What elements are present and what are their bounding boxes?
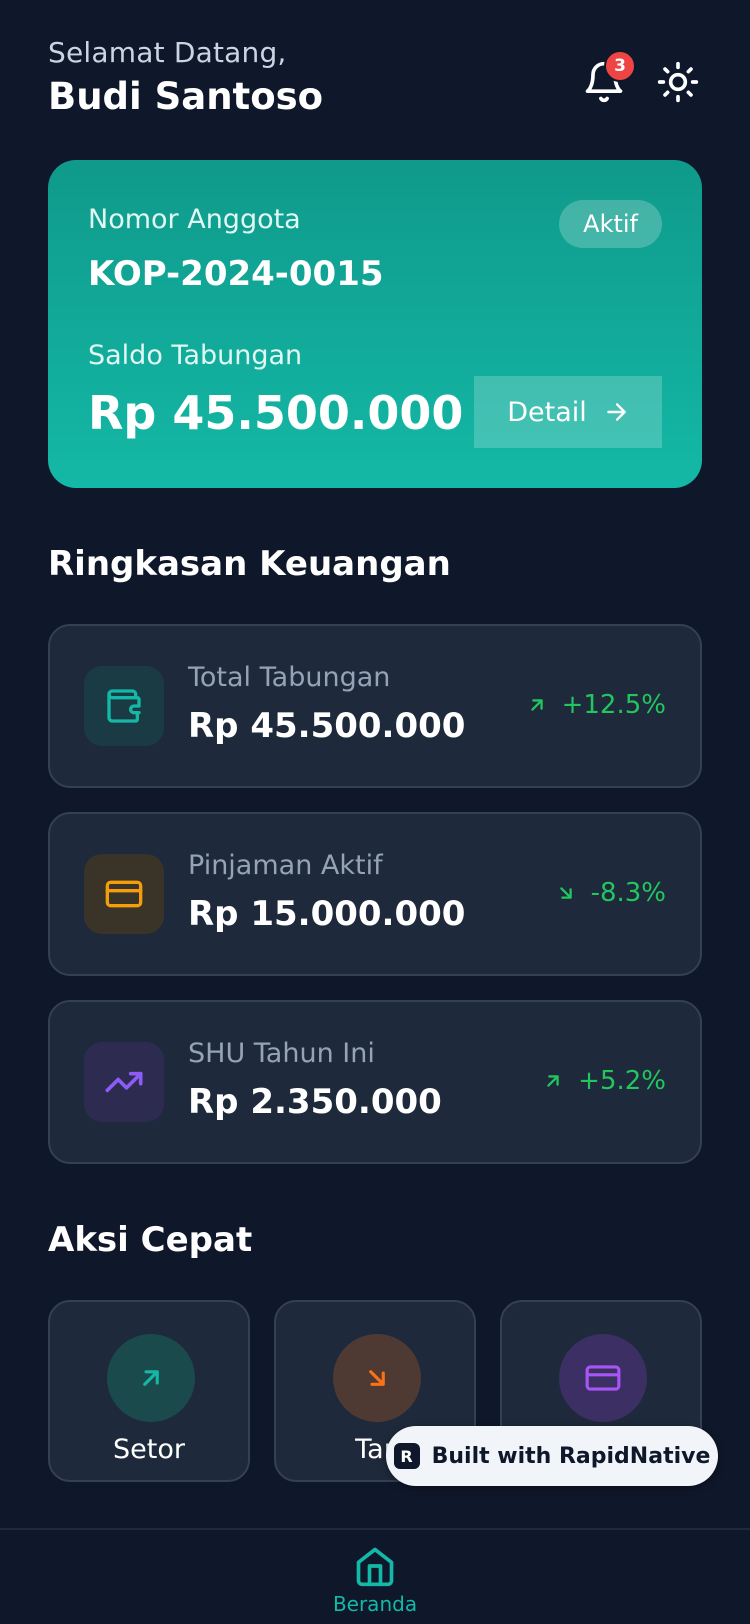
quick-actions-title: Aksi Cepat — [48, 1220, 253, 1260]
summary-trend-value: +12.5% — [561, 690, 666, 720]
quick-action-label: Setor — [113, 1434, 185, 1465]
built-with-badge[interactable]: R Built with RapidNative — [386, 1426, 718, 1486]
credit-card-icon — [585, 1365, 621, 1391]
arrow-right-icon — [606, 403, 626, 421]
nav-item-home[interactable]: Beranda — [332, 1544, 418, 1616]
member-number: KOP-2024-0015 — [88, 254, 384, 294]
wallet-icon — [107, 689, 141, 723]
credit-card-icon — [105, 880, 143, 908]
balance-label: Saldo Tabungan — [88, 340, 303, 371]
summary-value: Rp 15.000.000 — [188, 894, 466, 934]
detail-button[interactable]: Detail — [474, 376, 662, 448]
notification-button[interactable]: 3 — [580, 50, 636, 106]
quick-action-deposit[interactable]: Setor — [48, 1300, 250, 1482]
summary-trend-value: +5.2% — [578, 1066, 666, 1096]
arrow-down-right-icon — [369, 1370, 385, 1386]
detail-button-label: Detail — [507, 396, 587, 428]
summary-trend: +5.2% — [542, 1066, 666, 1096]
summary-trend: +12.5% — [526, 690, 666, 720]
trending-up-icon — [105, 1071, 143, 1093]
summary-icon-container — [84, 854, 164, 934]
header-actions: 3 — [580, 50, 702, 106]
summary-trend-value: -8.3% — [590, 878, 666, 908]
trend-down-icon — [559, 887, 572, 899]
bottom-nav: Beranda — [0, 1528, 750, 1624]
sun-icon — [657, 61, 699, 103]
summary-value: Rp 45.500.000 — [188, 706, 466, 746]
home-icon — [356, 1547, 394, 1587]
header: Selamat Datang, Budi Santoso 3 — [48, 36, 702, 126]
summary-label: SHU Tahun Ini — [188, 1038, 375, 1069]
rapidnative-logo-icon: R — [393, 1443, 420, 1469]
trend-up-icon — [547, 1075, 559, 1087]
summary-trend: -8.3% — [555, 878, 666, 908]
arrow-up-right-icon — [143, 1370, 159, 1386]
nav-item-label: Beranda — [332, 1592, 418, 1616]
summary-icon-container — [84, 666, 164, 746]
quick-action-icon-container — [559, 1334, 647, 1422]
trend-up-icon — [530, 699, 543, 711]
summary-value: Rp 2.350.000 — [188, 1082, 442, 1122]
summary-section-title: Ringkasan Keuangan — [48, 544, 451, 584]
built-with-label: Built with RapidNative — [431, 1443, 711, 1469]
summary-label: Pinjaman Aktif — [188, 850, 383, 881]
quick-action-icon-container — [107, 1334, 195, 1422]
summary-card-loans[interactable]: Pinjaman Aktif Rp 15.000.000 -8.3% — [48, 812, 702, 976]
theme-toggle-button[interactable] — [654, 58, 702, 106]
summary-icon-container — [84, 1042, 164, 1122]
balance-value: Rp 45.500.000 — [88, 386, 464, 440]
quick-action-icon-container — [333, 1334, 421, 1422]
status-badge: Aktif — [559, 200, 662, 248]
notification-badge: 3 — [604, 50, 636, 82]
summary-label: Total Tabungan — [188, 662, 391, 693]
summary-card-shu[interactable]: SHU Tahun Ini Rp 2.350.000 +5.2% — [48, 1000, 702, 1164]
summary-card-savings[interactable]: Total Tabungan Rp 45.500.000 +12.5% — [48, 624, 702, 788]
member-number-label: Nomor Anggota — [88, 204, 301, 235]
member-card: Nomor Anggota KOP-2024-0015 Aktif Saldo … — [48, 160, 702, 488]
